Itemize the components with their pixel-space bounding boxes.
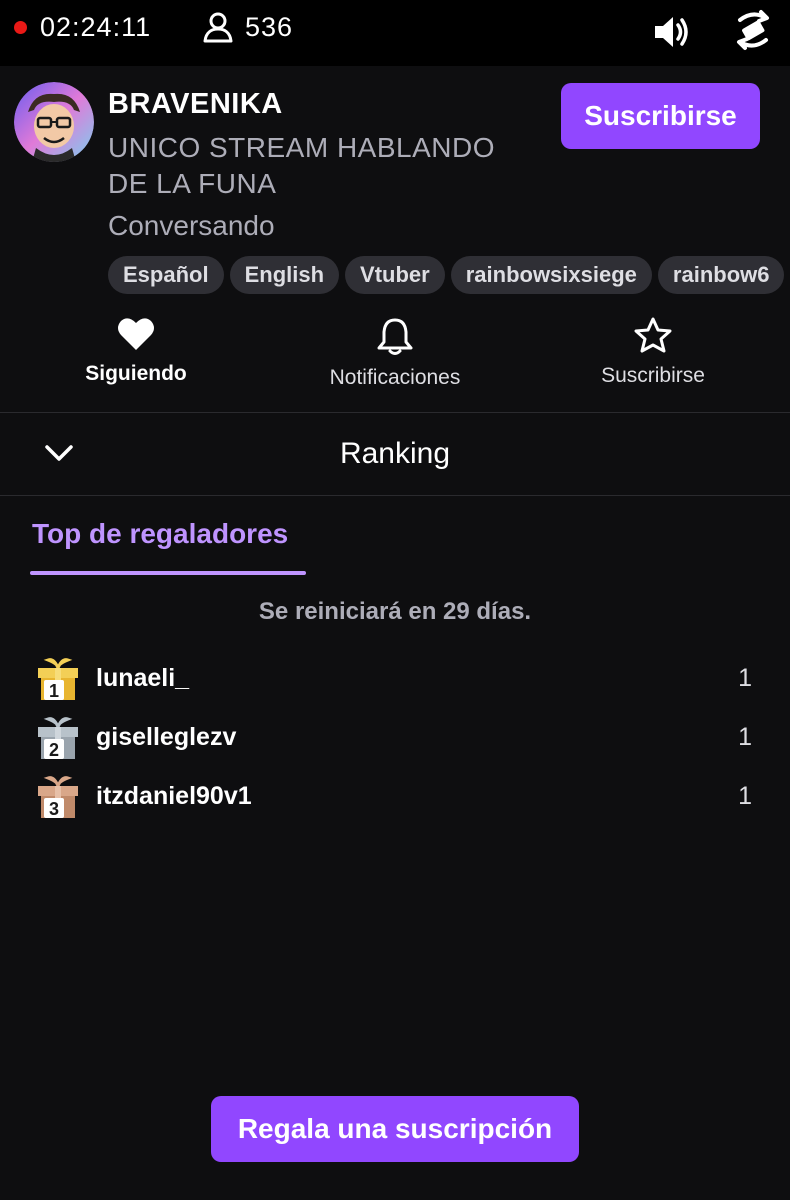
avatar[interactable]	[14, 82, 94, 162]
gifter-name[interactable]: itzdaniel90v1	[96, 782, 252, 811]
gift-count: 1	[738, 664, 752, 692]
tag-vtuber[interactable]: Vtuber	[345, 256, 445, 294]
tag-rainbowsixsiege[interactable]: rainbowsixsiege	[450, 256, 652, 294]
player-status-bar: 02:24:11 536	[0, 0, 790, 66]
stream-title: UNICO STREAM HABLANDO DE LA FUNA	[108, 132, 495, 199]
gifter-name[interactable]: giselleglezv	[96, 723, 236, 752]
bell-icon	[377, 318, 413, 355]
channel-info: BRAVENIKA UNICO STREAM HABLANDO DE LA FU…	[0, 66, 790, 412]
gift-subscription-button[interactable]: Regala una suscripción	[211, 1096, 579, 1162]
channel-name[interactable]: BRAVENIKA	[108, 88, 283, 121]
follow-action[interactable]: Siguiendo	[36, 316, 236, 386]
ranking-title: Ranking	[339, 437, 451, 470]
gift-count: 1	[738, 723, 752, 751]
ranking-row[interactable]: 2 giselleglezv 1	[0, 715, 790, 765]
ranking-row[interactable]: 3 itzdaniel90v1 1	[0, 774, 790, 824]
divider	[0, 495, 790, 496]
star-icon	[634, 317, 672, 353]
gift-rank-label: 2	[49, 740, 59, 760]
gift-silver-icon: 2	[38, 717, 78, 760]
subscribe-action[interactable]: Suscribirse	[553, 316, 753, 388]
subscribe-button[interactable]: Suscribirse	[561, 83, 760, 149]
gift-rank-label: 3	[49, 799, 59, 819]
tag-rainbow6[interactable]: rainbow6	[657, 256, 785, 294]
follow-label: Siguiendo	[85, 362, 187, 385]
notifications-action[interactable]: Notificaciones	[295, 316, 495, 390]
tag-english[interactable]: English	[229, 256, 340, 294]
volume-icon[interactable]	[652, 12, 692, 52]
channel-actions: Siguiendo Notificaciones Suscribirse	[0, 316, 790, 396]
ranking-row[interactable]: 1 lunaeli_ 1	[0, 656, 790, 706]
rotate-icon[interactable]	[734, 8, 772, 52]
gift-gold-icon: 1	[38, 658, 78, 701]
tag-espanol[interactable]: Español	[108, 256, 224, 294]
reset-notice: Se reiniciará en 29 días.	[258, 598, 532, 625]
viewer-icon	[203, 12, 233, 43]
ranking-header: Ranking	[0, 413, 790, 495]
tab-top-gifters[interactable]: Top de regaladores	[32, 518, 288, 550]
gifter-name[interactable]: lunaeli_	[96, 664, 189, 693]
stream-timer: 02:24:11	[40, 12, 152, 42]
tab-active-indicator	[30, 571, 306, 575]
gift-bronze-icon: 3	[38, 776, 78, 819]
heart-icon	[118, 318, 154, 350]
gift-count: 1	[738, 782, 752, 810]
tag-list: Español English Vtuber rainbowsixsiege rainb…	[108, 256, 790, 296]
stream-category[interactable]: Conversando	[108, 210, 275, 242]
gift-rank-label: 1	[49, 681, 59, 701]
live-dot-icon	[14, 21, 27, 34]
subscribe-action-label: Suscribirse	[601, 364, 705, 387]
notifications-label: Notificaciones	[329, 366, 461, 389]
viewer-count: 536	[245, 12, 294, 42]
